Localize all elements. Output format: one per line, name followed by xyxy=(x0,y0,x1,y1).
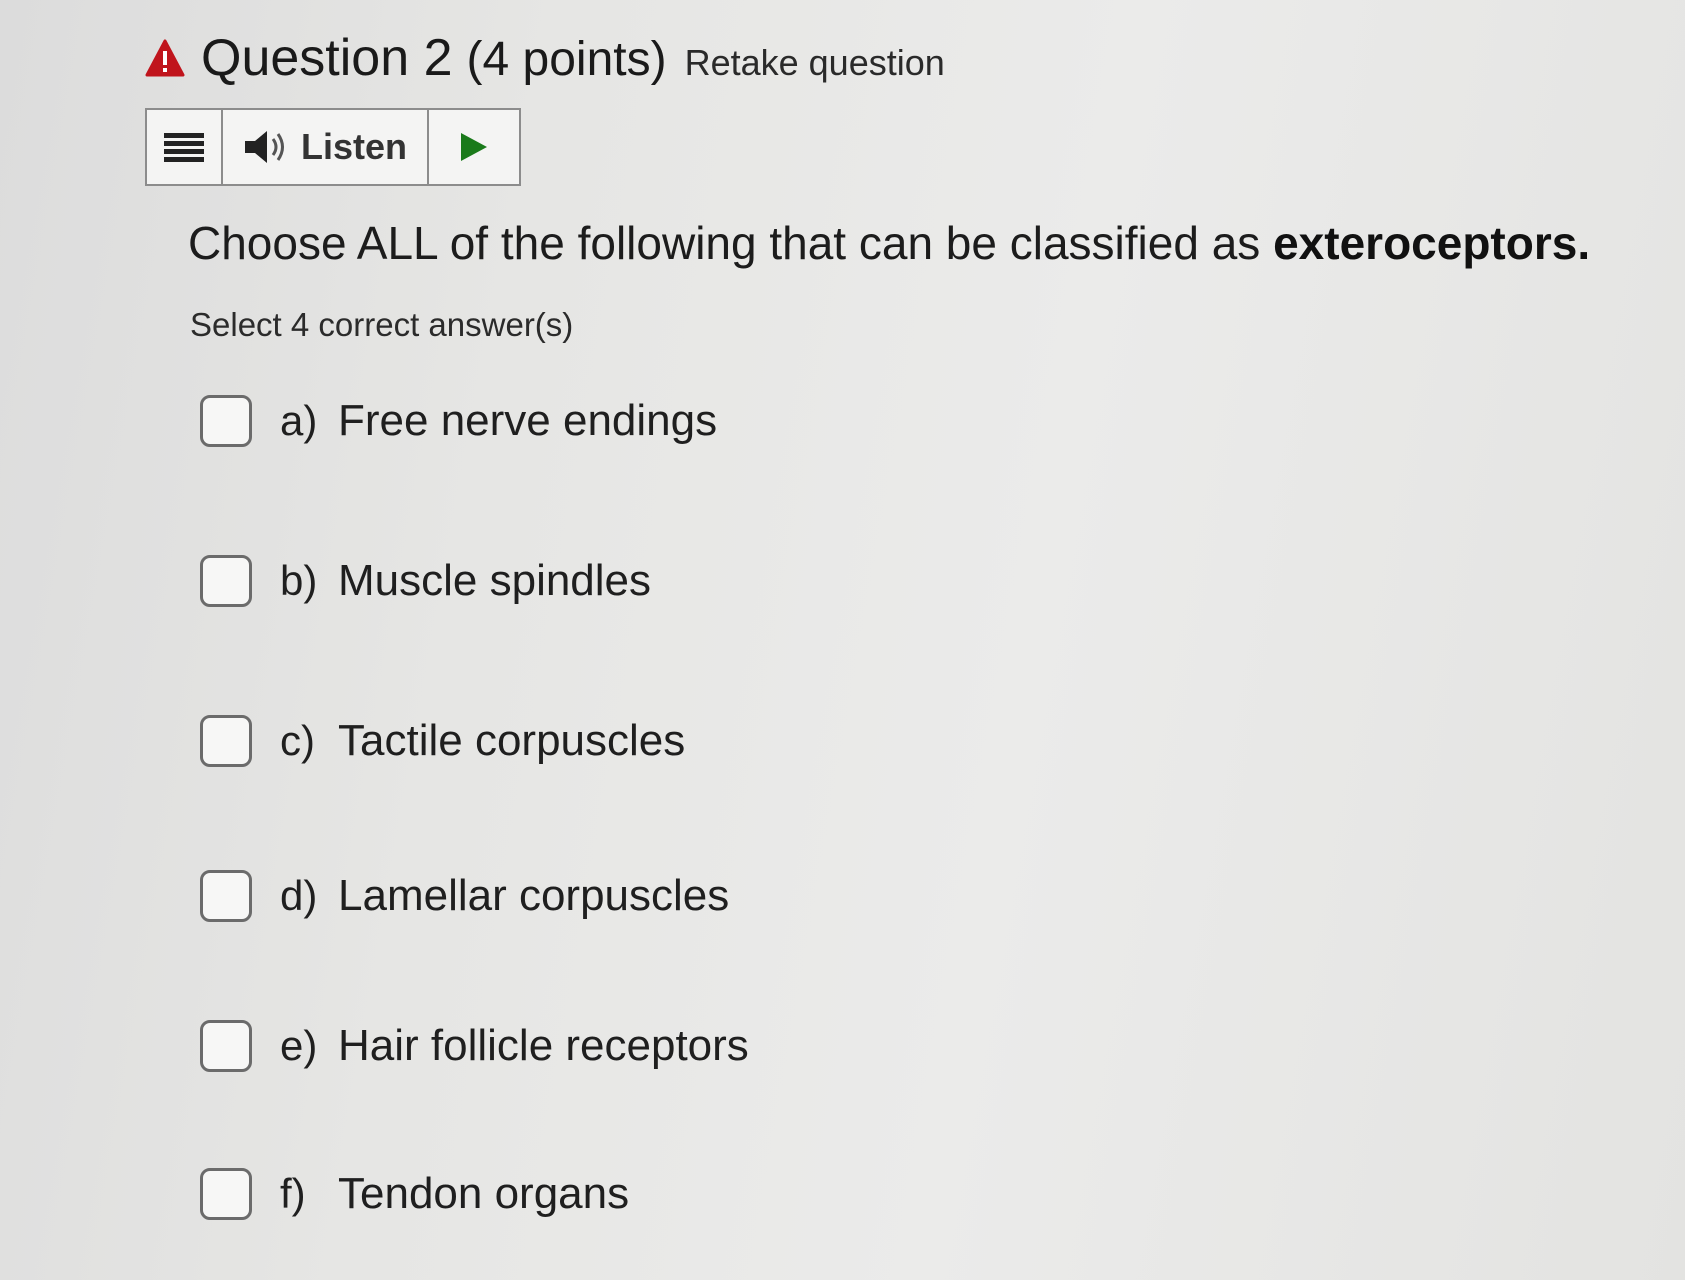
answer-option-f[interactable]: f) Tendon organs xyxy=(200,1168,629,1220)
option-letter: b) xyxy=(280,557,318,604)
answer-checkbox[interactable] xyxy=(200,715,252,767)
option-text: Lamellar corpuscles xyxy=(338,871,730,920)
option-letter: e) xyxy=(280,1022,318,1069)
option-letter: a) xyxy=(280,397,318,444)
answer-checkbox[interactable] xyxy=(200,1020,252,1072)
listen-label: Listen xyxy=(300,126,407,167)
answer-checkbox[interactable] xyxy=(200,395,252,447)
question-prompt-text: Choose ALL of the following that can be … xyxy=(188,217,1274,269)
option-text: Free nerve endings xyxy=(338,396,718,445)
answer-option-e[interactable]: e) Hair follicle receptors xyxy=(200,1020,749,1072)
option-text: Hair follicle receptors xyxy=(338,1021,749,1070)
option-text: Tactile corpuscles xyxy=(338,716,686,765)
play-icon xyxy=(461,133,487,161)
answer-option-a[interactable]: a) Free nerve endings xyxy=(200,395,717,447)
quiz-page: Question 2 (4 points) Retake question Li… xyxy=(0,0,1685,1280)
warning-triangle-icon xyxy=(145,39,185,77)
answer-option-b[interactable]: b) Muscle spindles xyxy=(200,555,651,607)
retake-question-link[interactable]: Retake question xyxy=(685,42,945,84)
listen-button[interactable]: Listen xyxy=(223,110,429,184)
answer-instruction: Select 4 correct answer(s) xyxy=(190,306,574,343)
option-letter: f) xyxy=(280,1170,306,1217)
toolbar-menu-button[interactable] xyxy=(147,110,223,184)
read-aloud-toolbar: Listen xyxy=(145,108,521,186)
question-prompt: Choose ALL of the following that can be … xyxy=(188,216,1590,270)
question-title: Question 2 xyxy=(201,29,453,87)
hamburger-menu-icon xyxy=(164,133,204,162)
speaker-icon xyxy=(244,131,284,163)
option-text: Muscle spindles xyxy=(338,556,652,605)
answer-option-d[interactable]: d) Lamellar corpuscles xyxy=(200,870,729,922)
question-prompt-keyword: exteroceptors. xyxy=(1273,217,1591,269)
option-letter: d) xyxy=(280,872,318,919)
option-text: Tendon organs xyxy=(338,1169,630,1218)
answer-checkbox[interactable] xyxy=(200,870,252,922)
play-button[interactable] xyxy=(429,110,519,184)
answer-option-c[interactable]: c) Tactile corpuscles xyxy=(200,715,685,767)
question-header: Question 2 (4 points) Retake question xyxy=(145,28,945,88)
option-letter: c) xyxy=(280,717,315,764)
answer-checkbox[interactable] xyxy=(200,1168,252,1220)
answer-checkbox[interactable] xyxy=(200,555,252,607)
question-points: (4 points) xyxy=(466,33,667,86)
